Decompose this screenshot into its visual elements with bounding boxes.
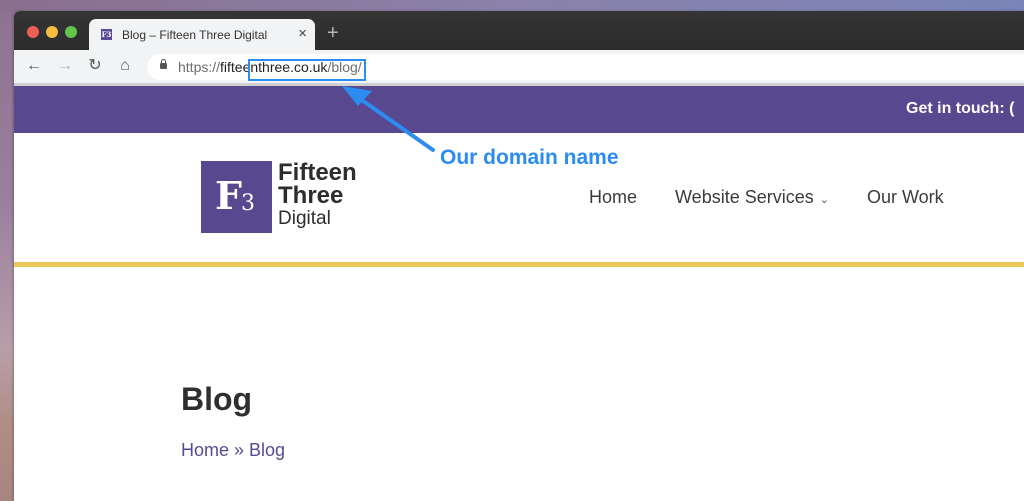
close-window-button[interactable] (27, 26, 39, 38)
browser-window: F3 Blog – Fifteen Three Digital × + ← → … (14, 11, 1024, 501)
logo-number: 3 (241, 191, 255, 216)
logo-line-1: Fifteen (278, 159, 357, 186)
maximize-window-button[interactable] (65, 26, 77, 38)
logo-mark[interactable]: F 3 (201, 161, 272, 233)
nav-item-our-work[interactable]: Our Work (867, 187, 944, 208)
nav-item-home[interactable]: Home (589, 187, 637, 208)
back-icon[interactable]: ← (24, 56, 44, 76)
logo-line-3: Digital (278, 208, 331, 229)
url-text[interactable]: https://fifteenthree.co.uk/blog/ (178, 59, 366, 81)
domain-highlight-box (248, 59, 366, 81)
new-tab-icon[interactable]: + (327, 23, 339, 43)
contact-text[interactable]: Get in touch: ( (906, 100, 1014, 118)
home-icon[interactable]: ⌂ (115, 56, 135, 76)
tab-title: Blog – Fifteen Three Digital (122, 28, 268, 42)
forward-icon[interactable]: → (55, 56, 75, 76)
main-nav: Home Website Services ⌄ Our Work (589, 187, 982, 208)
header-divider (14, 262, 1024, 267)
logo-letter: F (215, 173, 242, 218)
browser-tab[interactable]: F3 Blog – Fifteen Three Digital × (89, 19, 315, 52)
nav-item-website-services[interactable]: Website Services ⌄ (675, 187, 829, 208)
annotation-label: Our domain name (440, 146, 619, 169)
close-tab-icon[interactable]: × (298, 25, 307, 43)
tab-strip: F3 Blog – Fifteen Three Digital × + (14, 11, 1024, 52)
site-topbar: Get in touch: ( (14, 86, 1024, 133)
logo-wordmark[interactable]: Fifteen Three Digital (278, 161, 357, 230)
address-bar[interactable]: https://fifteenthree.co.uk/blog/ (147, 54, 1024, 81)
browser-toolbar: ← → ↻ ⌂ https://fifteenthree.co.uk/blog/ (14, 50, 1024, 86)
reload-icon[interactable]: ↻ (85, 56, 105, 76)
page-title: Blog (181, 381, 253, 417)
logo-line-2: Three (278, 182, 344, 209)
lock-icon[interactable] (160, 59, 167, 69)
url-scheme: https:// (178, 59, 221, 75)
minimize-window-button[interactable] (46, 26, 58, 38)
chevron-down-icon: ⌄ (819, 194, 829, 206)
nav-label: Website Services (675, 187, 814, 207)
nav-label: Home (589, 187, 638, 207)
favicon-icon: F3 (101, 29, 112, 40)
nav-label: Our Work (866, 187, 944, 207)
breadcrumb[interactable]: Home » Blog (181, 440, 285, 461)
